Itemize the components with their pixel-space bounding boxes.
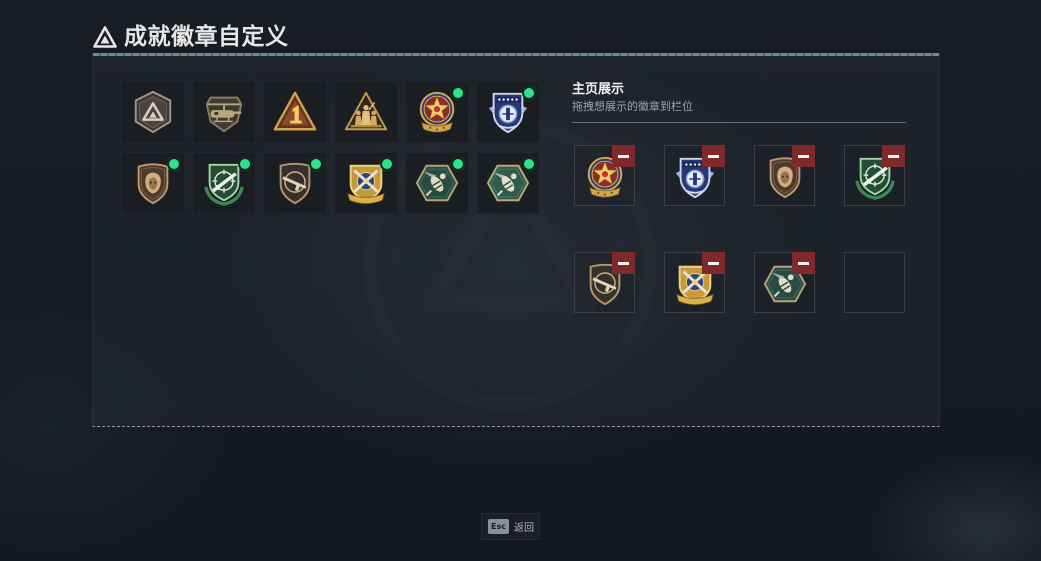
badge-cell[interactable] [405,152,469,214]
badge-cell[interactable] [263,152,327,214]
remove-badge-button[interactable] [612,145,635,167]
panel-top-border [93,53,939,56]
showcase-slot[interactable] [754,252,815,313]
back-button[interactable]: Esc 返回 [481,513,540,540]
badge-collection-grid [121,81,540,214]
showcase-slot-empty[interactable] [844,252,905,313]
back-label: 返回 [514,523,534,534]
showcase-title: 主页展示 [572,82,625,97]
badge-cell[interactable] [405,81,469,143]
showcase-slot[interactable] [664,252,725,313]
minus-icon [708,154,719,158]
triangle-logo-icon [93,26,117,48]
esc-key-icon: Esc [488,519,509,534]
new-indicator-dot [382,159,392,169]
badge-cell[interactable] [263,81,327,143]
showcase-slot[interactable] [574,252,635,313]
new-indicator-dot [169,159,179,169]
badge-cell[interactable] [334,152,398,214]
new-indicator-dot [453,159,463,169]
new-indicator-dot [453,88,463,98]
remove-badge-button[interactable] [792,145,815,167]
new-indicator-dot [240,159,250,169]
badge-cell[interactable] [476,152,540,214]
badge-cell[interactable] [192,81,256,143]
new-indicator-dot [524,88,534,98]
remove-badge-button[interactable] [792,252,815,274]
minus-icon [618,261,629,265]
showcase-divider [572,122,906,123]
new-indicator-dot [524,159,534,169]
remove-badge-button[interactable] [612,252,635,274]
minus-icon [618,154,629,158]
minus-icon [888,154,899,158]
minus-icon [798,261,809,265]
showcase-slot[interactable] [844,145,905,206]
triangle-hex-badge-icon [134,90,172,134]
showcase-slot[interactable] [664,145,725,206]
helicopter-badge-icon [205,96,243,133]
showcase-slot[interactable] [754,145,815,206]
page-header: 成就徽章自定义 [93,22,289,52]
remove-badge-button[interactable] [702,145,725,167]
soldiers-triangle-badge-icon [344,91,388,131]
badge-cell[interactable] [334,81,398,143]
page-title: 成就徽章自定义 [124,24,289,50]
showcase-subtitle: 拖拽想展示的徽章到栏位 [572,100,693,113]
showcase-slot[interactable] [574,145,635,206]
badge-cell[interactable] [121,81,185,143]
badge-cell[interactable] [476,81,540,143]
badge-cell[interactable] [192,152,256,214]
showcase-slot-grid [574,145,905,313]
remove-badge-button[interactable] [702,252,725,274]
badge-cell[interactable] [121,152,185,214]
minus-icon [708,261,719,265]
new-indicator-dot [311,159,321,169]
triangle-one-badge-icon [273,91,317,131]
minus-icon [798,154,809,158]
remove-badge-button[interactable] [882,145,905,167]
